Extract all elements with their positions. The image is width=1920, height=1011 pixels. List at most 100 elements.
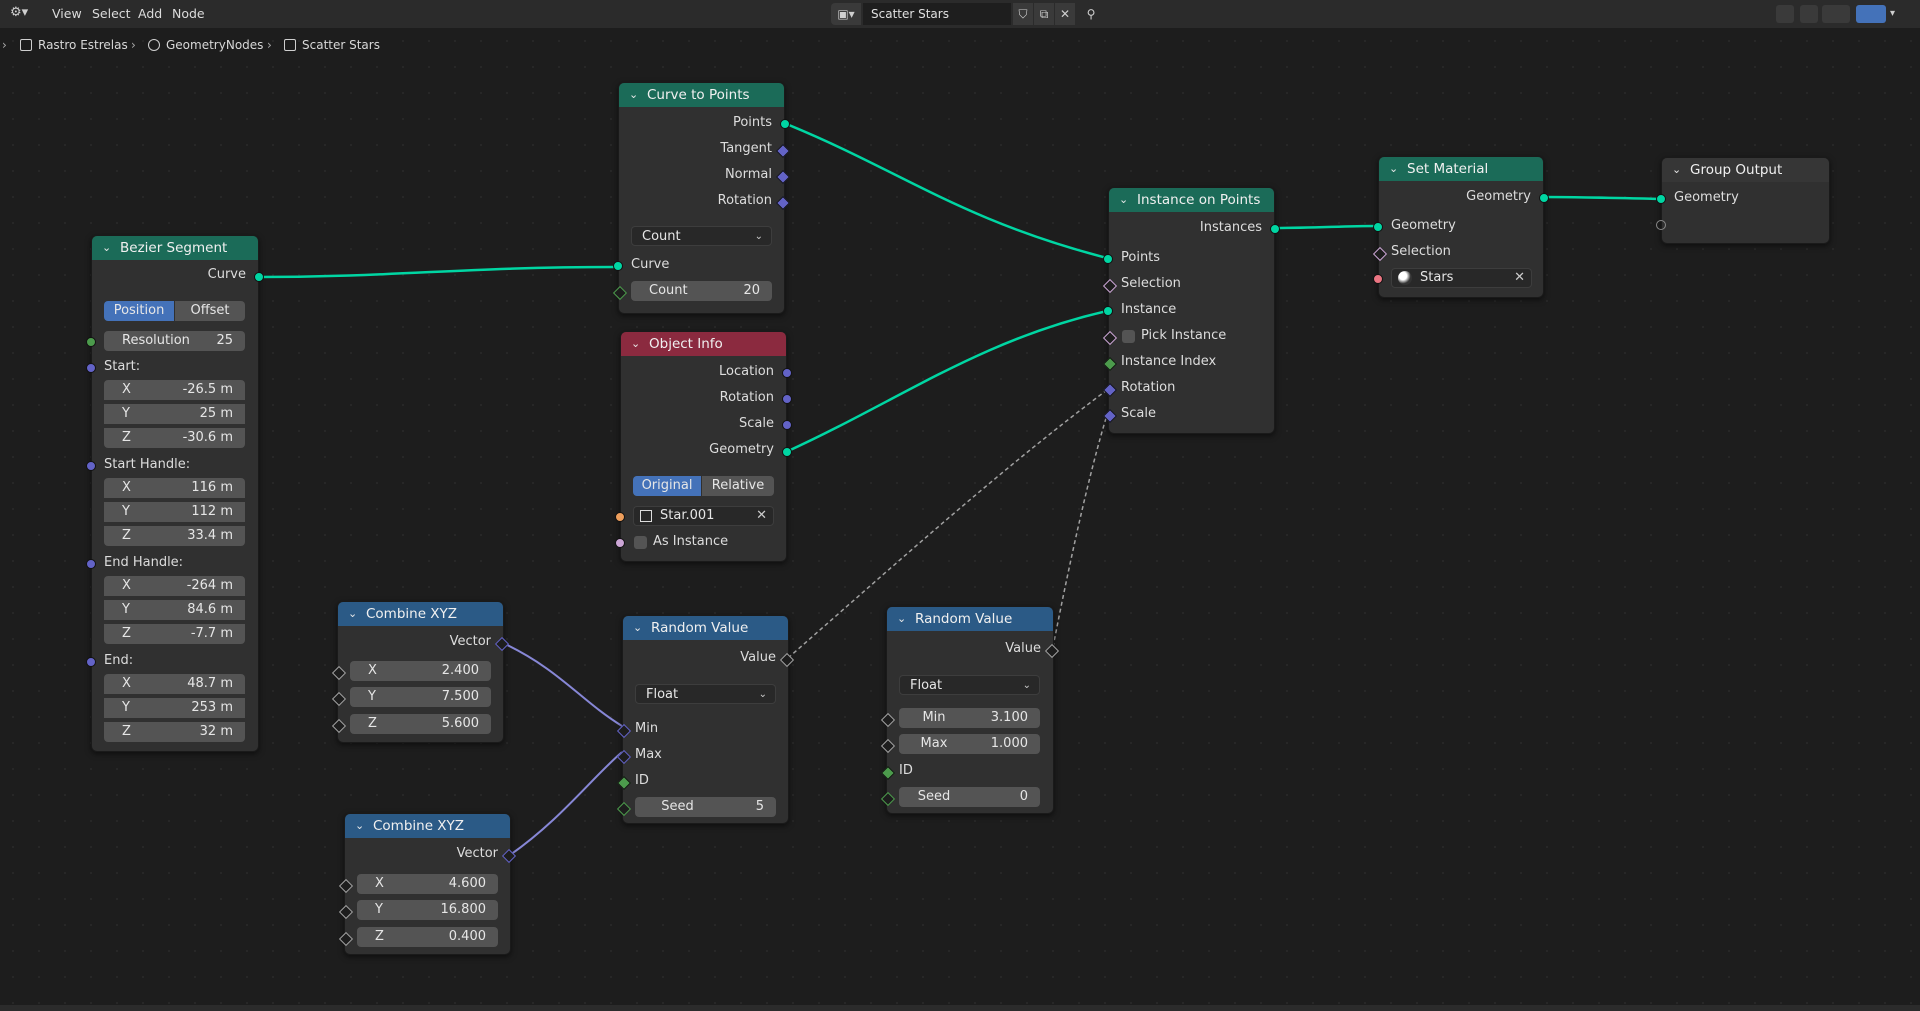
editor-type-icon[interactable]: ⚙▾: [10, 5, 36, 23]
node-editor-canvas[interactable]: [0, 28, 1920, 1011]
x-field[interactable]: X 2.400: [350, 661, 491, 681]
unlink-icon[interactable]: ✕: [1055, 3, 1075, 25]
mode-original-button[interactable]: Original: [633, 476, 701, 496]
input-points-socket[interactable]: [1103, 254, 1113, 264]
node-set-material[interactable]: ⌄ Set Material Geometry Geometry Selectio…: [1372, 156, 1549, 298]
node-combine-xyz[interactable]: ⌄ Combine XYZ Vector X 2.400 Y 7.500 Z 5.600: [331, 601, 510, 743]
end-x-field[interactable]: X 48.7 m: [104, 674, 245, 694]
mode-relative-button[interactable]: Relative: [702, 476, 774, 496]
chevron-down-icon[interactable]: ⌄: [1119, 188, 1128, 212]
input-object-socket[interactable]: [615, 512, 625, 522]
overlay-dropdown-icon[interactable]: ▾: [1890, 5, 1906, 23]
y-field[interactable]: Y 16.800: [357, 900, 498, 920]
node-header[interactable]: ⌄ Object Info: [621, 332, 786, 356]
breadcrumb-object[interactable]: Rastro Estrelas: [20, 38, 128, 52]
input-as-instance-socket[interactable]: [615, 538, 625, 548]
node-group-output[interactable]: ⌄ Group Output Geometry: [1656, 157, 1830, 244]
z-field[interactable]: Z 0.400: [357, 927, 498, 947]
node-tree-browse-icon[interactable]: ▣▾: [831, 3, 861, 25]
start-y-field[interactable]: Y 25 m: [104, 404, 245, 424]
clear-icon[interactable]: ✕: [756, 507, 767, 525]
max-field[interactable]: Max 1.000: [899, 734, 1040, 754]
menu-view[interactable]: View: [52, 6, 82, 21]
node-header[interactable]: ⌄ Group Output: [1662, 158, 1829, 182]
node-curve-to-points[interactable]: ⌄ Curve to Points Points Tangent Normal R…: [612, 82, 791, 314]
mode-position-button[interactable]: Position: [104, 301, 174, 321]
min-field[interactable]: Min 3.100: [899, 708, 1040, 728]
fake-user-icon[interactable]: ⛉: [1013, 3, 1033, 25]
overlay-icon[interactable]: [1856, 5, 1886, 23]
node-combine-xyz[interactable]: ⌄ Combine XYZ Vector X 4.600 Y 16.800 Z 0.40…: [338, 813, 517, 955]
material-field[interactable]: Stars ✕: [1391, 268, 1532, 288]
duplicate-icon[interactable]: ⧉: [1034, 3, 1054, 25]
input-instance-socket[interactable]: [1103, 306, 1113, 316]
menu-node[interactable]: Node: [172, 6, 205, 21]
snap-icon[interactable]: [1800, 5, 1818, 23]
chevron-down-icon[interactable]: ⌄: [348, 602, 357, 626]
input-end-socket[interactable]: [86, 657, 96, 667]
end-handle-z-field[interactable]: Z -7.7 m: [104, 624, 245, 644]
input-material-socket[interactable]: [1373, 274, 1383, 284]
seed-field[interactable]: Seed 5: [635, 797, 776, 817]
output-points-socket[interactable]: [780, 119, 790, 129]
z-field[interactable]: Z 5.600: [350, 714, 491, 734]
start-handle-z-field[interactable]: Z 33.4 m: [104, 526, 245, 546]
node-header[interactable]: ⌄ Combine XYZ: [345, 814, 510, 838]
chevron-down-icon[interactable]: ⌄: [355, 814, 364, 838]
end-y-field[interactable]: Y 253 m: [104, 698, 245, 718]
node-random-value[interactable]: ⌄ Random Value Value Float ⌄ Min 3.100 Max 1…: [880, 606, 1060, 814]
input-geometry-socket[interactable]: [1373, 222, 1383, 232]
node-header[interactable]: ⌄ Random Value: [887, 607, 1053, 631]
count-field[interactable]: Count 20: [631, 281, 772, 301]
start-handle-y-field[interactable]: Y 112 m: [104, 502, 245, 522]
node-random-value[interactable]: ⌄ Random Value Value Float ⌄ Min Max ID Se…: [616, 615, 795, 824]
input-curve-socket[interactable]: [613, 261, 623, 271]
node-object-info[interactable]: ⌄ Object Info Location Rotation Scale Geo…: [615, 331, 792, 562]
chevron-down-icon[interactable]: ⌄: [102, 236, 111, 260]
breadcrumb-tree[interactable]: Scatter Stars: [284, 38, 380, 52]
output-geometry-socket[interactable]: [782, 447, 792, 457]
start-handle-x-field[interactable]: X 116 m: [104, 478, 245, 498]
input-start-handle-socket[interactable]: [86, 461, 96, 471]
input-start-socket[interactable]: [86, 363, 96, 373]
breadcrumb-modifier[interactable]: GeometryNodes: [148, 38, 263, 52]
type-dropdown[interactable]: Float ⌄: [635, 684, 776, 704]
chevron-down-icon[interactable]: ⌄: [631, 332, 640, 356]
y-field[interactable]: Y 7.500: [350, 687, 491, 707]
parent-node-tree-icon[interactable]: [1776, 5, 1794, 23]
end-z-field[interactable]: Z 32 m: [104, 722, 245, 742]
seed-field[interactable]: Seed 0: [899, 787, 1040, 807]
menu-add[interactable]: Add: [138, 6, 162, 21]
node-tree-name-field[interactable]: Scatter Stars: [863, 3, 1011, 25]
output-geometry-socket[interactable]: [1539, 193, 1549, 203]
output-scale-socket[interactable]: [782, 420, 792, 430]
start-x-field[interactable]: X -26.5 m: [104, 380, 245, 400]
output-instances-socket[interactable]: [1270, 224, 1280, 234]
clear-icon[interactable]: ✕: [1514, 269, 1525, 287]
node-header[interactable]: ⌄ Random Value: [623, 616, 788, 640]
mode-dropdown[interactable]: Count ⌄: [631, 226, 772, 246]
input-resolution-socket[interactable]: [86, 337, 96, 347]
chevron-down-icon[interactable]: ⌄: [633, 616, 642, 640]
resolution-field[interactable]: Resolution 25: [104, 331, 245, 351]
mode-offset-button[interactable]: Offset: [175, 301, 245, 321]
output-curve-socket[interactable]: [254, 272, 264, 282]
snap-mode-icon[interactable]: [1822, 5, 1850, 23]
node-header[interactable]: ⌄ Bezier Segment: [92, 236, 258, 260]
node-header[interactable]: ⌄ Instance on Points: [1109, 188, 1274, 212]
chevron-down-icon[interactable]: ⌄: [629, 83, 638, 107]
output-rotation-socket[interactable]: [782, 394, 792, 404]
node-instance-on-points[interactable]: ⌄ Instance on Points Instances Points Sel…: [1102, 187, 1280, 434]
end-handle-x-field[interactable]: X -264 m: [104, 576, 245, 596]
start-z-field[interactable]: Z -30.6 m: [104, 428, 245, 448]
output-location-socket[interactable]: [782, 368, 792, 378]
node-header[interactable]: ⌄ Set Material: [1379, 157, 1543, 181]
node-bezier-segment[interactable]: ⌄ Bezier Segment Curve Position Offset Re…: [86, 235, 264, 752]
chevron-down-icon[interactable]: ⌄: [1672, 158, 1681, 182]
input-geometry-socket[interactable]: [1656, 194, 1666, 204]
object-field[interactable]: Star.001 ✕: [633, 506, 774, 526]
type-dropdown[interactable]: Float ⌄: [899, 675, 1040, 695]
input-end-handle-socket[interactable]: [86, 559, 96, 569]
as-instance-checkbox[interactable]: [634, 536, 647, 549]
pick-instance-checkbox[interactable]: [1122, 330, 1135, 343]
